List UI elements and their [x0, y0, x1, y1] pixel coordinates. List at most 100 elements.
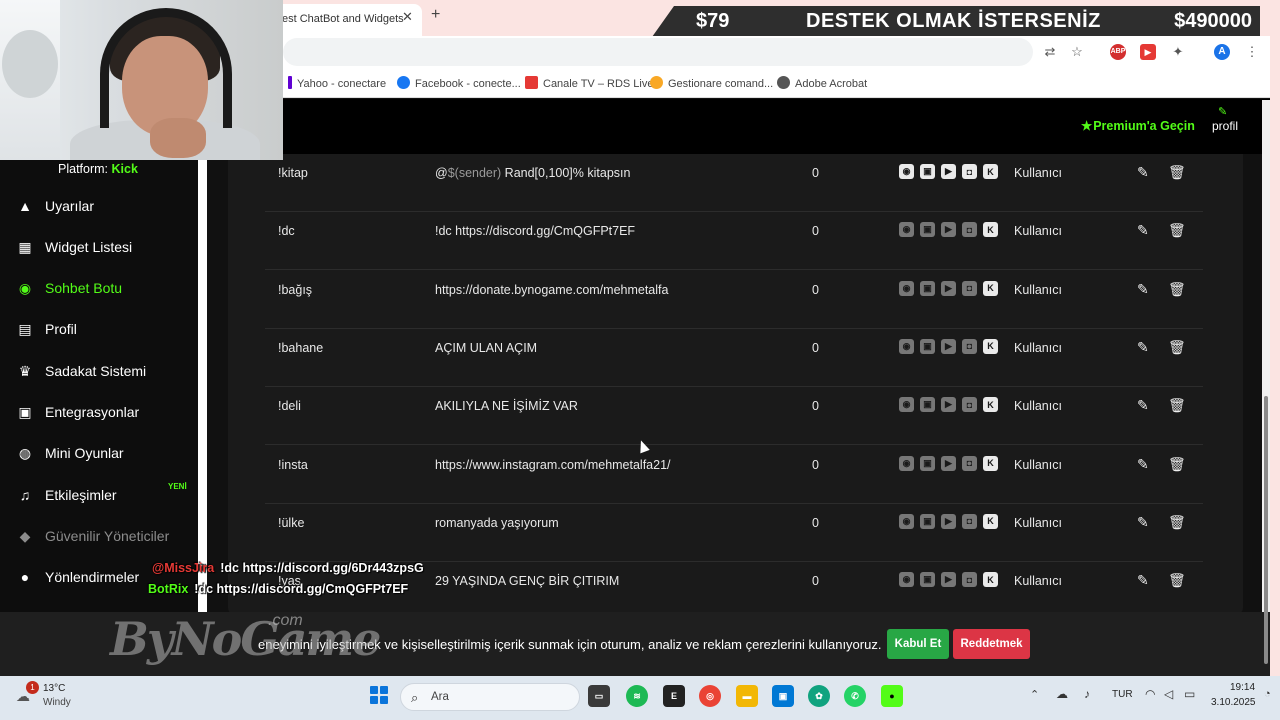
- delete-icon[interactable]: 🗑: [1168, 222, 1186, 239]
- discord-icon[interactable]: ◘: [962, 513, 977, 529]
- onedrive-icon[interactable]: ☁: [1056, 687, 1068, 701]
- youtube-icon[interactable]: ▶: [941, 572, 956, 588]
- epic-games-icon[interactable]: E: [663, 685, 685, 707]
- bookmark-star-icon[interactable]: ☆: [1069, 44, 1085, 60]
- sidebar-item[interactable]: ▤ Profil: [16, 317, 77, 341]
- kick-bot-icon[interactable]: ◉: [899, 338, 914, 354]
- kick-icon[interactable]: K: [983, 280, 998, 296]
- wifi-icon[interactable]: ◠: [1145, 687, 1155, 701]
- page-scrollbar-thumb[interactable]: [1264, 396, 1268, 664]
- sidebar-item[interactable]: ◍ Mini Oyunlar: [16, 441, 124, 465]
- premium-upgrade-link[interactable]: ★Premium'a Geçin: [1081, 118, 1195, 133]
- youtube-icon[interactable]: ▶: [941, 338, 956, 354]
- delete-icon[interactable]: 🗑: [1168, 456, 1186, 473]
- delete-icon[interactable]: 🗑: [1168, 281, 1186, 298]
- edit-icon[interactable]: ✎: [1137, 281, 1149, 298]
- file-explorer-icon[interactable]: ▬: [736, 685, 758, 707]
- bookmark-adobe-acrobat[interactable]: Adobe Acrobat: [777, 76, 867, 90]
- tab-close-icon[interactable]: ✕: [402, 9, 413, 25]
- microphone-icon[interactable]: ♪: [1084, 687, 1090, 701]
- kick-bot-icon[interactable]: ◉: [899, 222, 914, 238]
- delete-icon[interactable]: 🗑: [1168, 164, 1186, 181]
- youtube-icon[interactable]: ▶: [941, 397, 956, 413]
- discord-icon[interactable]: ◘: [962, 455, 977, 471]
- browser-menu-icon[interactable]: ⋮: [1244, 44, 1260, 60]
- kick-icon[interactable]: K: [983, 397, 998, 413]
- twitch-icon[interactable]: ▣: [920, 164, 935, 179]
- chatgpt-icon[interactable]: ✿: [808, 685, 830, 707]
- notifications-icon[interactable]: ◔: [1264, 688, 1271, 700]
- kick-icon[interactable]: K: [983, 513, 998, 529]
- translate-icon[interactable]: ⇄: [1042, 44, 1058, 60]
- kick-icon[interactable]: K: [983, 455, 998, 471]
- address-bar[interactable]: [283, 38, 1033, 66]
- twitch-icon[interactable]: ▣: [920, 338, 935, 354]
- twitch-icon[interactable]: ▣: [920, 572, 935, 588]
- tray-overflow-icon[interactable]: ⌃: [1030, 688, 1039, 701]
- kick-icon[interactable]: K: [983, 164, 998, 179]
- youtube-icon[interactable]: ▶: [941, 164, 956, 179]
- twitch-icon[interactable]: ▣: [920, 513, 935, 529]
- edit-icon[interactable]: ✎: [1137, 456, 1149, 473]
- obs-kick-icon[interactable]: ●: [881, 685, 903, 707]
- delete-icon[interactable]: 🗑: [1168, 572, 1186, 589]
- clock-date[interactable]: 3.10.2025: [1211, 697, 1256, 708]
- edit-icon[interactable]: ✎: [1137, 514, 1149, 531]
- delete-icon[interactable]: 🗑: [1168, 339, 1186, 356]
- bookmark-rds-live[interactable]: Canale TV – RDS Live: [525, 76, 653, 90]
- edit-icon[interactable]: ✎: [1137, 397, 1149, 414]
- windows-start-button[interactable]: [370, 686, 388, 704]
- youtube-icon[interactable]: ▶: [941, 280, 956, 296]
- twitch-icon[interactable]: ▣: [920, 397, 935, 413]
- new-tab-button[interactable]: +: [431, 6, 440, 24]
- kick-icon[interactable]: K: [983, 222, 998, 238]
- clock-time[interactable]: 19:14: [1230, 682, 1255, 693]
- edit-icon[interactable]: ✎: [1137, 572, 1149, 589]
- language-indicator[interactable]: TUR: [1112, 689, 1133, 700]
- sidebar-item[interactable]: ▣ Entegrasyonlar: [16, 400, 139, 424]
- account-avatar[interactable]: A: [1214, 44, 1230, 60]
- kick-bot-icon[interactable]: ◉: [899, 513, 914, 529]
- kick-bot-icon[interactable]: ◉: [899, 397, 914, 413]
- sidebar-item[interactable]: ♛ Sadakat Sistemi: [16, 359, 146, 383]
- bookmark-yahoo[interactable]: Yahoo - conectare: [288, 76, 386, 90]
- profile-link[interactable]: profil: [1212, 119, 1238, 133]
- cookie-accept-button[interactable]: Kabul Et: [887, 629, 949, 659]
- twitch-icon[interactable]: ▣: [920, 455, 935, 471]
- discord-icon[interactable]: ◘: [962, 164, 977, 179]
- spotify-icon[interactable]: ≋: [626, 685, 648, 707]
- edit-icon[interactable]: ✎: [1137, 164, 1149, 181]
- sidebar-item[interactable]: ◆ Güvenilir Yöneticiler: [16, 524, 170, 548]
- taskbar-search[interactable]: ⌕ Ara: [400, 683, 580, 711]
- kick-bot-icon[interactable]: ◉: [899, 164, 914, 179]
- bookmark-facebook[interactable]: Facebook - conecte...: [397, 76, 521, 90]
- kick-bot-icon[interactable]: ◉: [899, 572, 914, 588]
- discord-icon[interactable]: ◘: [962, 280, 977, 296]
- discord-icon[interactable]: ◘: [962, 572, 977, 588]
- sidebar-item[interactable]: ▦ Widget Listesi: [16, 235, 132, 259]
- kick-icon[interactable]: K: [983, 572, 998, 588]
- youtube-icon[interactable]: ▶: [941, 455, 956, 471]
- edit-icon[interactable]: ✎: [1137, 222, 1149, 239]
- twitch-icon[interactable]: ▣: [920, 280, 935, 296]
- sidebar-item[interactable]: ● Yönlendirmeler: [16, 565, 139, 589]
- youtube-icon[interactable]: ▶: [941, 222, 956, 238]
- edit-icon[interactable]: ✎: [1137, 339, 1149, 356]
- extensions-puzzle-icon[interactable]: ✦: [1170, 44, 1186, 60]
- whatsapp-icon[interactable]: ✆: [844, 685, 866, 707]
- microsoft-store-icon[interactable]: ▣: [772, 685, 794, 707]
- volume-icon[interactable]: ◁: [1164, 687, 1173, 701]
- twitch-icon[interactable]: ▣: [920, 222, 935, 238]
- sidebar-item[interactable]: ♫ Etkileşimler: [16, 483, 117, 507]
- browser-tab-active[interactable]: est ChatBot and Widgets: [270, 4, 422, 36]
- cookie-reject-button[interactable]: Reddetmek: [953, 629, 1030, 659]
- adblock-icon[interactable]: ABP: [1110, 44, 1126, 60]
- delete-icon[interactable]: 🗑: [1168, 514, 1186, 531]
- kick-bot-icon[interactable]: ◉: [899, 455, 914, 471]
- extension-icon[interactable]: ▶: [1140, 44, 1156, 60]
- discord-icon[interactable]: ◘: [962, 397, 977, 413]
- delete-icon[interactable]: 🗑: [1168, 397, 1186, 414]
- discord-icon[interactable]: ◘: [962, 222, 977, 238]
- battery-icon[interactable]: ▭: [1184, 687, 1195, 701]
- task-view-icon[interactable]: ▭: [588, 685, 610, 707]
